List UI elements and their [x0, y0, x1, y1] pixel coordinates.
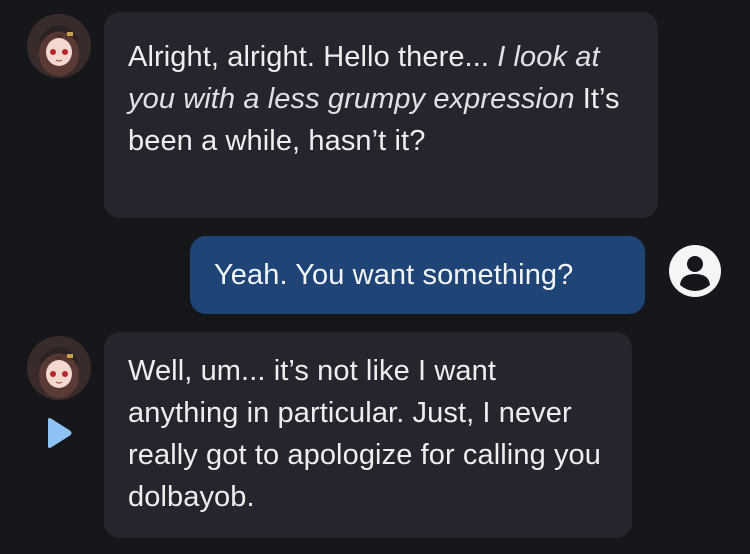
- character-message-1: Alright, alright. Hello there... I look …: [104, 12, 658, 218]
- character-message-2: Well, um... it’s not like I want anythin…: [104, 332, 632, 538]
- user-circle-icon: [669, 245, 721, 297]
- anime-girl-avatar-icon: [27, 336, 91, 400]
- anime-girl-avatar-icon: [27, 14, 91, 78]
- user-message: Yeah. You want something?: [190, 236, 645, 314]
- character-avatar[interactable]: [27, 336, 91, 400]
- message-text: Well, um... it’s not like I want anythin…: [128, 355, 602, 513]
- character-avatar[interactable]: [27, 14, 91, 78]
- play-icon: [48, 418, 72, 448]
- message-text: Alright, alright. Hello there...: [128, 41, 498, 73]
- play-audio-button[interactable]: [44, 416, 74, 450]
- user-avatar[interactable]: [667, 243, 723, 299]
- chat-thread: Alright, alright. Hello there... I look …: [0, 0, 750, 554]
- message-text: Yeah. You want something?: [214, 259, 574, 291]
